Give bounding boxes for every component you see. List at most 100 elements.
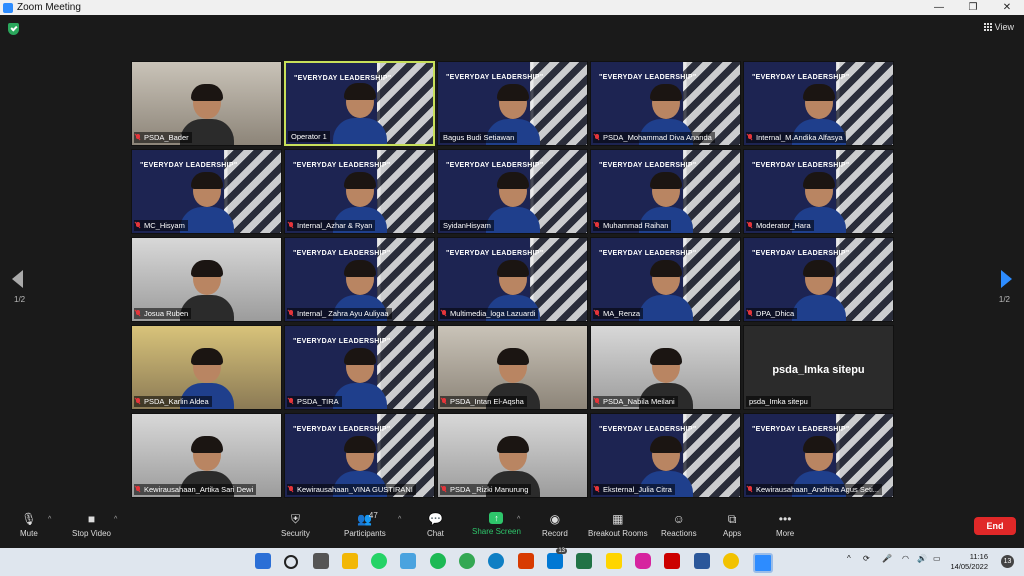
participant-name: Internal_Azhar & Ryan	[297, 221, 373, 230]
wifi-icon[interactable]: ◠	[902, 554, 909, 563]
windows-start-icon[interactable]	[255, 553, 271, 569]
participant-tile[interactable]: PSDA_Intan El-Aqsha	[437, 325, 588, 410]
page-indicator-left: 1/2	[14, 295, 26, 304]
chat-button[interactable]: 💬 Chat	[427, 512, 444, 538]
participant-tile[interactable]: "EVERYDAY LEADERSHIP" SyidanHisyam	[437, 149, 588, 234]
video-options-caret-icon[interactable]: ^	[114, 516, 117, 523]
chrome-icon[interactable]	[459, 553, 475, 569]
participant-tile[interactable]: Josua Ruben	[131, 237, 282, 322]
participant-name: psda_Imka sitepu	[749, 397, 808, 406]
stop-video-label: Stop Video	[72, 529, 111, 538]
close-button[interactable]: ✕	[990, 0, 1024, 15]
end-meeting-button[interactable]: End	[974, 517, 1016, 535]
sync-icon[interactable]: ⟳	[863, 554, 870, 563]
participant-tile[interactable]: "EVERYDAY LEADERSHIP" Muhammad Raihan	[590, 149, 741, 234]
spotify-icon[interactable]	[430, 553, 446, 569]
apps-button[interactable]: ⧉ Apps	[723, 512, 741, 539]
audio-options-caret-icon[interactable]: ^	[48, 516, 51, 523]
instagram-icon[interactable]	[635, 553, 651, 569]
participant-tile[interactable]: "EVERYDAY LEADERSHIP" Internal_Azhar & Ry…	[284, 149, 435, 234]
muted-mic-icon	[442, 486, 446, 491]
edge-icon[interactable]	[488, 553, 504, 569]
word-icon[interactable]	[694, 553, 710, 569]
participant-name-label: Operator 1	[288, 131, 330, 142]
participant-tile[interactable]: "EVERYDAY LEADERSHIP" MA_Renza	[590, 237, 741, 322]
participant-tile[interactable]: "EVERYDAY LEADERSHIP" DPA_Dhica	[743, 237, 894, 322]
maximize-button[interactable]: ❐	[956, 0, 990, 15]
battery-icon[interactable]: ▭	[933, 554, 941, 563]
participant-name-label: Bagus Budi Setiawan	[440, 132, 518, 143]
participant-display-name: psda_Imka sitepu	[772, 364, 865, 376]
muted-mic-icon	[136, 486, 140, 491]
record-button[interactable]: ◉ Record	[542, 512, 568, 538]
participant-name-label: Kewirausahaan_VINA GUSTIRANI	[287, 484, 416, 495]
participants-label: Participants	[344, 529, 386, 538]
participant-tile[interactable]: "EVERYDAY LEADERSHIP" Internal_ Zahra Ayu…	[284, 237, 435, 322]
participant-tile[interactable]: "EVERYDAY LEADERSHIP" Kewirausahaan_Andhi…	[743, 413, 894, 498]
participant-name: Internal_M.Andika Alfasya	[756, 133, 843, 142]
microphone-tray-icon[interactable]: 🎤	[882, 554, 892, 563]
participant-tile[interactable]: "EVERYDAY LEADERSHIP" Operator 1	[284, 61, 435, 146]
store-icon[interactable]: 13	[547, 548, 567, 569]
participant-tile[interactable]: "EVERYDAY LEADERSHIP" Kewirausahaan_VINA …	[284, 413, 435, 498]
participant-name: Muhammad Raihan	[603, 221, 669, 230]
participant-name-label: Multimedia_loga Lazuardi	[440, 308, 539, 319]
security-button[interactable]: ⛨ Security	[281, 512, 310, 539]
participants-caret-icon[interactable]: ^	[398, 516, 401, 523]
more-button[interactable]: ••• More	[776, 512, 794, 538]
volume-icon[interactable]: 🔊	[917, 554, 927, 563]
previous-page-arrow-icon[interactable]	[12, 270, 23, 288]
participant-tile[interactable]: PSDA _Rizki Manurung	[437, 413, 588, 498]
slide-title: "EVERYDAY LEADERSHIP"	[140, 162, 238, 169]
participant-name: DPA_Dhica	[756, 309, 795, 318]
minimize-button[interactable]: —	[922, 0, 956, 15]
participant-tile[interactable]: "EVERYDAY LEADERSHIP" Internal_M.Andika A…	[743, 61, 894, 146]
pdf-icon[interactable]	[664, 553, 680, 569]
game-icon[interactable]	[723, 553, 739, 569]
breakout-rooms-button[interactable]: ▦ Breakout Rooms	[588, 512, 648, 538]
office-icon[interactable]	[518, 553, 534, 569]
file-explorer-icon[interactable]	[342, 553, 358, 569]
share-options-caret-icon[interactable]: ^	[517, 516, 520, 523]
muted-mic-icon	[748, 310, 752, 315]
whatsapp-icon[interactable]	[371, 553, 387, 569]
participants-button[interactable]: 👥 47 Participants	[344, 511, 386, 538]
chat-label: Chat	[427, 529, 444, 538]
participant-tile[interactable]: PSDA_Karlin Aldea	[131, 325, 282, 410]
excel-icon[interactable]	[576, 553, 592, 569]
zoom-taskbar-icon[interactable]	[753, 553, 773, 573]
muted-mic-icon	[595, 310, 599, 315]
title-bar: Zoom Meeting — ❐ ✕	[0, 0, 1024, 15]
participant-name: Operator 1	[291, 132, 327, 141]
participant-tile[interactable]: PSDA_Bader	[131, 61, 282, 146]
share-screen-button[interactable]: ↑ Share Screen	[472, 512, 521, 536]
sticky-notes-icon[interactable]	[606, 553, 622, 569]
participant-tile[interactable]: psda_Imka sitepu psda_Imka sitepu	[743, 325, 894, 410]
search-icon[interactable]	[284, 555, 298, 569]
stop-video-button[interactable]: ■ Stop Video	[72, 512, 111, 538]
windows-taskbar: 13 ^ ⟳ 🎤 ◠ 🔊 ▭ 11:16 14/05/2022 13	[0, 548, 1024, 576]
task-view-icon[interactable]	[313, 553, 329, 569]
notification-count[interactable]: 13	[1001, 555, 1014, 568]
next-page-arrow-icon[interactable]	[1001, 270, 1012, 288]
system-clock[interactable]: 11:16 14/05/2022	[950, 552, 988, 572]
photos-icon[interactable]	[400, 553, 416, 569]
clock-date: 14/05/2022	[950, 562, 988, 571]
participant-tile[interactable]: "EVERYDAY LEADERSHIP" Multimedia_loga Laz…	[437, 237, 588, 322]
participant-name-label: PSDA_TIRA	[287, 396, 342, 407]
participant-tile[interactable]: "EVERYDAY LEADERSHIP" Bagus Budi Setiawan	[437, 61, 588, 146]
participant-tile[interactable]: "EVERYDAY LEADERSHIP" MC_Hisyam	[131, 149, 282, 234]
participant-tile[interactable]: "EVERYDAY LEADERSHIP" Eksternal_Julia Cit…	[590, 413, 741, 498]
mute-button[interactable]: 🎙 Mute	[20, 512, 38, 538]
participant-tile[interactable]: PSDA_Nabila Meilani	[590, 325, 741, 410]
participant-tile[interactable]: "EVERYDAY LEADERSHIP" PSDA_TIRA	[284, 325, 435, 410]
reactions-button[interactable]: ☺ Reactions	[661, 512, 697, 538]
participant-tile[interactable]: Kewirausahaan_Artika Sari Dewi	[131, 413, 282, 498]
view-button[interactable]: View	[983, 22, 1014, 32]
participant-tile[interactable]: "EVERYDAY LEADERSHIP" Moderator_Hara	[743, 149, 894, 234]
tray-chevron-icon[interactable]: ^	[847, 554, 851, 563]
participant-tile[interactable]: "EVERYDAY LEADERSHIP" PSDA_Mohammad Diva …	[590, 61, 741, 146]
encryption-shield-icon[interactable]	[8, 23, 19, 35]
participant-name-label: Internal_Azhar & Ryan	[287, 220, 376, 231]
participant-name-label: PSDA_Nabila Meilani	[593, 396, 678, 407]
